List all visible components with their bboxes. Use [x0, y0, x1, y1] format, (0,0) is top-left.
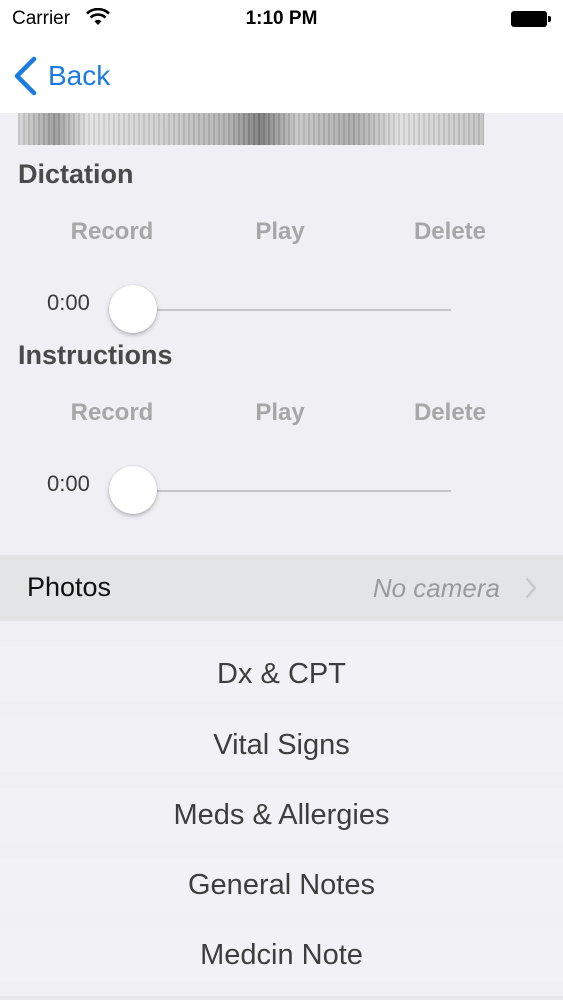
- vital-signs-button[interactable]: Vital Signs: [0, 718, 563, 772]
- image-preview: [18, 113, 484, 145]
- dx-cpt-button[interactable]: Dx & CPT: [0, 647, 563, 701]
- instructions-record-button[interactable]: Record: [42, 399, 182, 427]
- general-notes-button[interactable]: General Notes: [0, 858, 563, 912]
- dictation-time-label: 0:00: [47, 290, 90, 315]
- dictation-play-button[interactable]: Play: [210, 218, 350, 246]
- instructions-title: Instructions: [18, 340, 173, 370]
- navigation-bar: Back: [0, 40, 563, 114]
- instructions-slider-thumb[interactable]: [109, 466, 157, 514]
- dictation-slider-thumb[interactable]: [109, 285, 157, 333]
- instructions-time-label: 0:00: [47, 471, 90, 496]
- instructions-slider-track[interactable]: [133, 490, 451, 492]
- bottom-divider: [0, 996, 563, 1000]
- instructions-play-button[interactable]: Play: [210, 399, 350, 427]
- back-label: Back: [48, 60, 111, 91]
- back-button[interactable]: Back: [12, 54, 110, 98]
- dictation-title: Dictation: [18, 159, 134, 189]
- photos-row[interactable]: Photos No camera: [0, 555, 563, 621]
- battery-icon: [511, 11, 551, 27]
- dictation-record-button[interactable]: Record: [42, 218, 182, 246]
- content-area: Dictation Record Play Delete 0:00 Instru…: [0, 113, 563, 1000]
- photos-detail: No camera: [372, 573, 500, 603]
- instructions-delete-button[interactable]: Delete: [380, 399, 520, 427]
- back-chevron-icon: [14, 56, 37, 96]
- chevron-right-icon: [525, 577, 537, 599]
- photos-label: Photos: [27, 572, 112, 602]
- dictation-slider-track[interactable]: [133, 309, 451, 311]
- dictation-delete-button[interactable]: Delete: [380, 218, 520, 246]
- status-bar: Carrier 1:10 PM: [0, 0, 563, 40]
- status-time: 1:10 PM: [245, 8, 318, 29]
- meds-allergies-button[interactable]: Meds & Allergies: [0, 788, 563, 842]
- medcin-note-button[interactable]: Medcin Note: [0, 928, 563, 982]
